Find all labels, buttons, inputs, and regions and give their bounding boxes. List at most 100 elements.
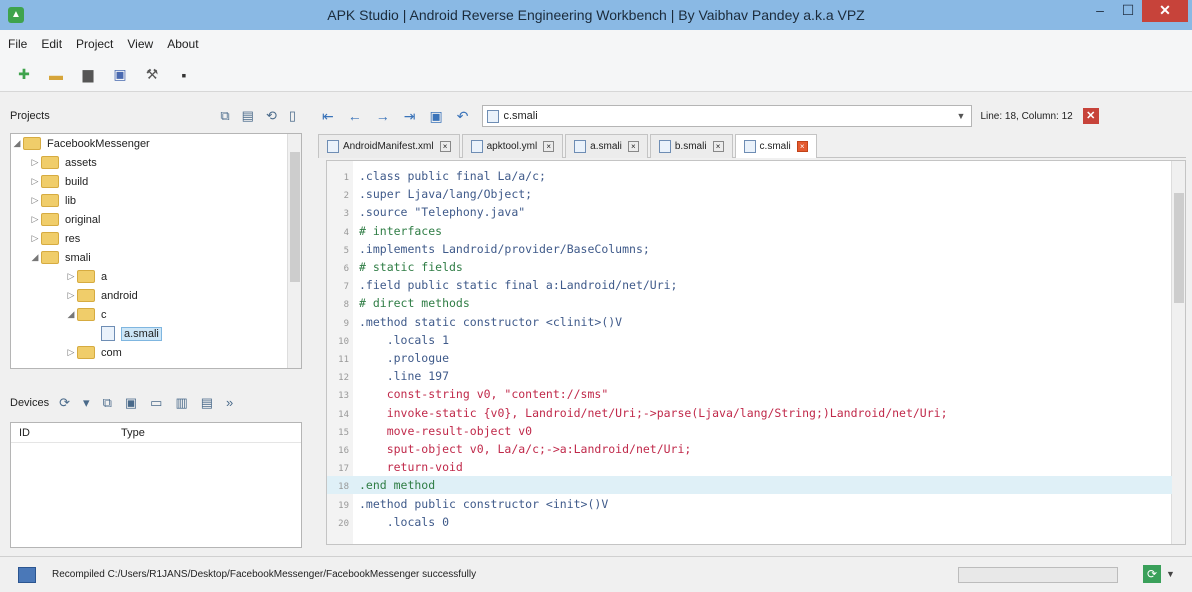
tab-c-smali[interactable]: c.smali × <box>734 134 817 158</box>
code-line[interactable]: 20 .locals 0 <box>327 513 1172 531</box>
device-list[interactable]: ID Type <box>10 422 302 548</box>
collapsed-arrow-icon[interactable]: ▷ <box>29 195 41 206</box>
expanded-arrow-icon[interactable]: ◢ <box>65 309 77 320</box>
open-file-select[interactable]: c.smali ▼ <box>482 105 973 127</box>
collapsed-arrow-icon[interactable]: ▷ <box>29 157 41 168</box>
chevron-down-icon[interactable]: ▼ <box>1166 569 1175 579</box>
code-line[interactable]: 17 return-void <box>327 458 1172 476</box>
expanded-arrow-icon[interactable]: ◢ <box>11 138 23 149</box>
tree-row[interactable]: ▷ com <box>11 343 301 362</box>
android-icon[interactable]: ✚ <box>14 65 34 85</box>
tree-row[interactable]: ▷ a <box>11 267 301 286</box>
console-icon[interactable] <box>18 566 36 583</box>
minimize-button[interactable]: – <box>1086 0 1114 22</box>
scrollbar-thumb[interactable] <box>1174 193 1184 303</box>
code-line[interactable]: 7 .field public static final a:Landroid/n… <box>327 276 1172 294</box>
close-tab-icon[interactable]: × <box>543 141 555 152</box>
menu-project[interactable]: Project <box>76 37 113 51</box>
close-tab-icon[interactable]: × <box>796 141 808 152</box>
project-tree[interactable]: ◢ FacebookMessenger ▷ assets ▷ build ▷ lib ▷… <box>10 133 302 369</box>
tree-row-selected[interactable]: a.smali <box>11 324 301 343</box>
dropdown-icon[interactable]: ▾ <box>83 395 90 411</box>
code-line[interactable]: 11 .prologue <box>327 349 1172 367</box>
tree-row[interactable]: ▷ build <box>11 172 301 191</box>
tree-row[interactable]: ▷ android <box>11 286 301 305</box>
code-line[interactable]: 13 const-string v0, "content://sms" <box>327 385 1172 403</box>
save-icon[interactable]: ▣ <box>110 65 130 85</box>
file-icon[interactable]: ▯ <box>289 108 296 124</box>
menu-edit[interactable]: Edit <box>41 37 62 51</box>
collapsed-arrow-icon[interactable]: ▷ <box>65 271 77 282</box>
tab-b-smali[interactable]: b.smali × <box>649 134 733 158</box>
scrollbar-thumb[interactable] <box>290 152 300 282</box>
code-line[interactable]: 5 .implements Landroid/provider/BaseColum… <box>327 240 1172 258</box>
code-line[interactable]: 6 # static fields <box>327 258 1172 276</box>
tab-apktool[interactable]: apktool.yml × <box>461 134 564 158</box>
code-line[interactable]: 15 move-result-object v0 <box>327 422 1172 440</box>
tree-row[interactable]: ▷ res <box>11 229 301 248</box>
more-icon[interactable]: » <box>226 395 233 411</box>
tree-row[interactable]: ◢ smali <box>11 248 301 267</box>
menu-about[interactable]: About <box>167 37 198 51</box>
first-icon[interactable]: ⇤ <box>322 108 334 125</box>
tab-androidmanifest[interactable]: AndroidManifest.xml × <box>318 134 460 158</box>
save-icon[interactable]: ▣ <box>429 108 442 125</box>
apps-icon[interactable]: ▥ <box>175 395 187 411</box>
explorer-icon[interactable]: ▭ <box>150 395 162 411</box>
code-line[interactable]: 9 .method static constructor <clinit>()V <box>327 313 1172 331</box>
code-line[interactable]: 1 .class public final La/a/c; <box>327 167 1172 185</box>
copy-icon[interactable]: ⧉ <box>103 395 112 411</box>
collapsed-arrow-icon[interactable]: ▷ <box>29 233 41 244</box>
code-line[interactable]: 4 # interfaces <box>327 222 1172 240</box>
close-tab-icon[interactable]: × <box>627 141 639 152</box>
code-line[interactable]: 18 .end method <box>327 476 1172 495</box>
tree-row[interactable]: ▷ lib <box>11 191 301 210</box>
column-id[interactable]: ID <box>11 427 121 439</box>
close-tab-icon[interactable]: × <box>439 141 451 152</box>
code-line[interactable]: 12 .line 197 <box>327 367 1172 385</box>
wrench-icon[interactable]: ⚒ <box>142 65 162 85</box>
undo-icon[interactable]: ↶ <box>457 108 469 125</box>
tree-row[interactable]: ◢ c <box>11 305 301 324</box>
terminal-icon[interactable]: ▪ <box>174 65 194 85</box>
code-line[interactable]: 2 .super Ljava/lang/Object; <box>327 185 1172 203</box>
menu-file[interactable]: File <box>8 37 27 51</box>
code-editor[interactable]: 1 .class public final La/a/c; 2 .super Ljav… <box>326 160 1186 545</box>
tree-row[interactable]: ▷ assets <box>11 153 301 172</box>
screenshot-icon[interactable]: ▣ <box>125 395 137 411</box>
folder-icon <box>77 289 95 302</box>
collapsed-arrow-icon[interactable]: ▷ <box>29 176 41 187</box>
code-line[interactable]: 16 sput-object v0, La/a/c;->a:Landroid/n… <box>327 440 1172 458</box>
collapsed-arrow-icon[interactable]: ▷ <box>65 347 77 358</box>
tree-row[interactable]: ◢ FacebookMessenger <box>11 134 301 153</box>
close-file-button[interactable]: ✕ <box>1082 108 1099 124</box>
close-button[interactable]: ✕ <box>1142 0 1188 22</box>
column-type[interactable]: Type <box>121 427 145 439</box>
code-line[interactable]: 14 invoke-static {v0}, Landroid/net/Uri;… <box>327 404 1172 422</box>
folder-open-icon[interactable]: ▬ <box>46 65 66 85</box>
code-line[interactable]: 8 # direct methods <box>327 294 1172 312</box>
menu-view[interactable]: View <box>127 37 153 51</box>
maximize-button[interactable]: ☐ <box>1114 0 1142 22</box>
last-icon[interactable]: ⇥ <box>404 108 416 125</box>
print-icon[interactable]: ▆ <box>78 65 98 85</box>
tree-row[interactable]: ▷ original <box>11 210 301 229</box>
close-tab-icon[interactable]: × <box>712 141 724 152</box>
collapsed-arrow-icon[interactable]: ▷ <box>65 290 77 301</box>
code-line[interactable]: 10 .locals 1 <box>327 331 1172 349</box>
back-icon[interactable]: ← <box>348 108 362 125</box>
forward-icon[interactable]: → <box>376 108 390 125</box>
editor-scrollbar[interactable] <box>1171 161 1185 544</box>
tree-scrollbar[interactable] <box>287 134 301 368</box>
apk-icon[interactable]: ▤ <box>242 108 254 124</box>
info-icon[interactable]: ▤ <box>201 395 213 411</box>
code-line[interactable]: 3 .source "Telephony.java" <box>327 203 1172 221</box>
copy-icon[interactable]: ⧉ <box>220 108 229 124</box>
code-line[interactable]: 19 .method public constructor <init>()V <box>327 495 1172 513</box>
tab-a-smali[interactable]: a.smali × <box>565 134 648 158</box>
collapsed-arrow-icon[interactable]: ▷ <box>29 214 41 225</box>
refresh-icon[interactable]: ⟳ <box>59 395 70 411</box>
expanded-arrow-icon[interactable]: ◢ <box>29 252 41 263</box>
refresh-icon[interactable]: ⟲ <box>266 108 277 124</box>
build-status-icon[interactable]: ⟳ <box>1143 565 1161 583</box>
